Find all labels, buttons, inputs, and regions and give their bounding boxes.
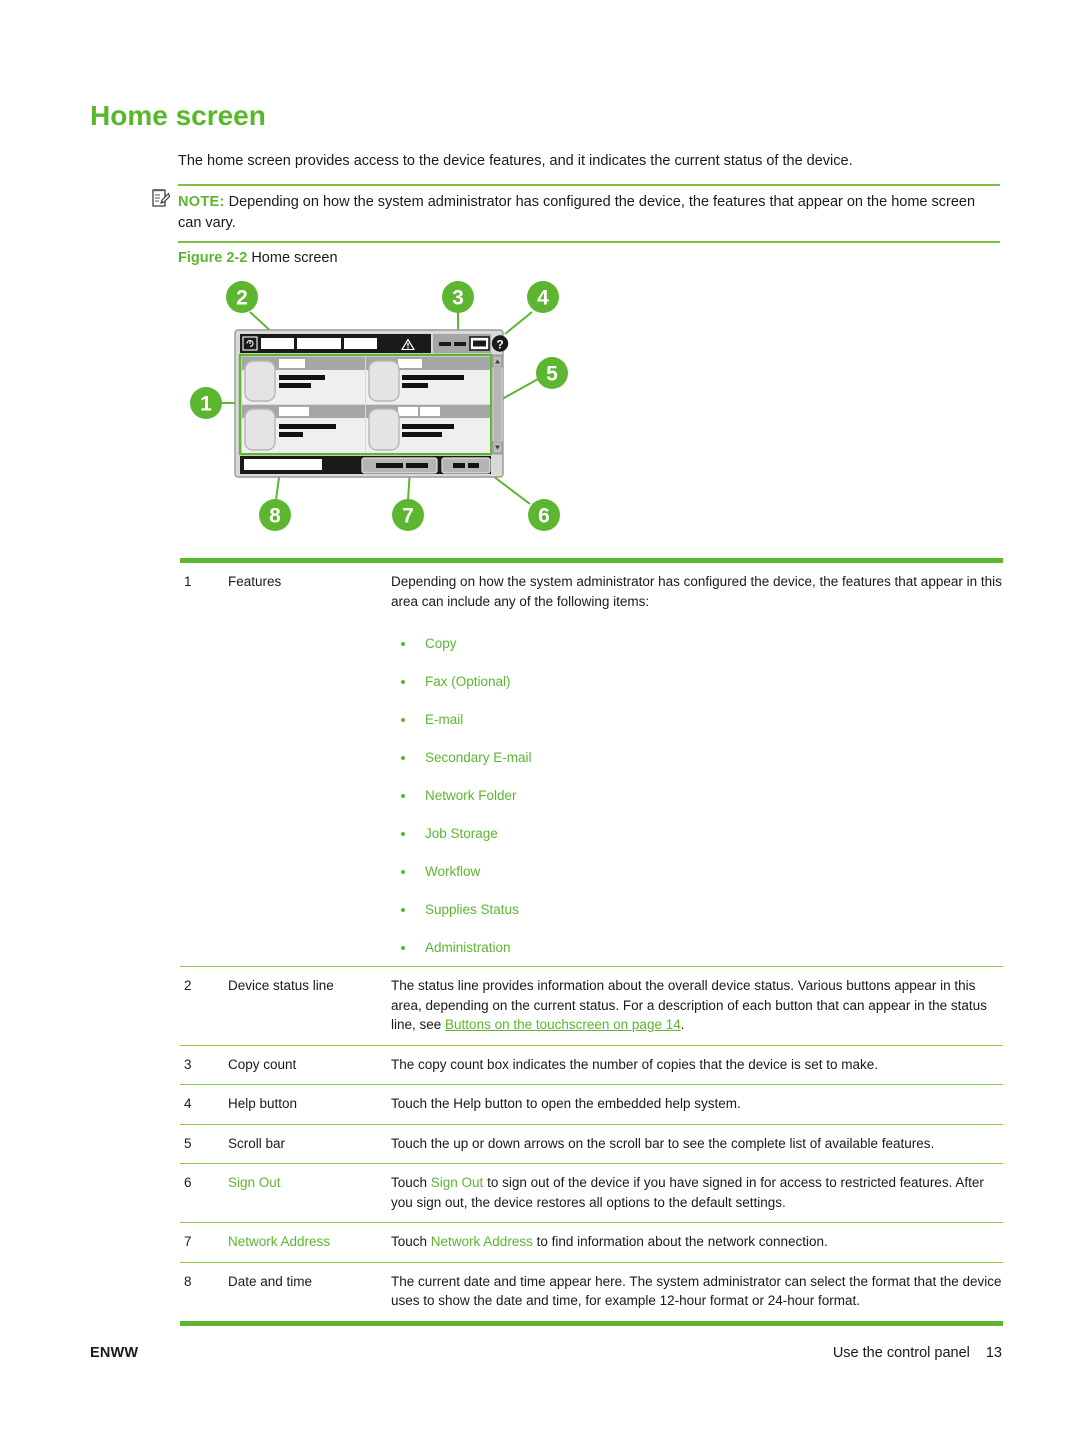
- row-name: Scroll bar: [228, 1135, 286, 1151]
- page-number: 13: [985, 1345, 1002, 1361]
- row-number: 3: [184, 1056, 192, 1072]
- callout-3: 3: [442, 281, 474, 313]
- row-name: Device status line: [228, 978, 334, 993]
- row-description: Touch the up or down arrows on the scrol…: [391, 1135, 935, 1151]
- table-row: 4 Help button Touch the Help button to o…: [180, 1085, 1003, 1125]
- row-description-text: Depending on how the system administrato…: [391, 574, 1002, 609]
- callout-7: 7: [392, 499, 424, 531]
- row-description-suffix: .: [680, 1017, 685, 1032]
- callout-8: 8: [259, 499, 291, 531]
- callout-legend-table: 1 Features Depending on how the system a…: [180, 558, 1003, 1326]
- document-page: Home screen The home screen provides acc…: [0, 0, 1080, 1437]
- figure-label: Figure 2-2: [178, 250, 248, 266]
- callout-6: 6: [528, 499, 560, 531]
- row-description: Touch Network Address to find informatio…: [391, 1232, 1003, 1252]
- row-number: 2: [184, 978, 192, 993]
- table-row: 2 Device status line The status line pro…: [180, 967, 1003, 1046]
- svg-text:5: 5: [546, 363, 558, 386]
- list-item: E-mail: [391, 712, 1003, 728]
- row-name: Copy count: [228, 1056, 297, 1072]
- table-row: 6 Sign Out Touch Sign Out to sign out of…: [180, 1164, 1003, 1223]
- row-name: Sign Out: [228, 1175, 281, 1190]
- svg-text:3: 3: [452, 287, 464, 310]
- list-item: Copy: [391, 636, 1003, 652]
- list-item: Workflow: [391, 864, 1003, 880]
- row-number: 5: [184, 1135, 192, 1151]
- list-item: Secondary E-mail: [391, 750, 1003, 766]
- row-number: 4: [184, 1096, 192, 1111]
- feature-list: Copy Fax (Optional) E-mail Secondary E-m…: [391, 636, 1003, 956]
- footer-section-label: Use the control panel: [832, 1345, 970, 1361]
- row-description: Touch the Help button to open the embedd…: [391, 1096, 741, 1111]
- row-name: Help button: [228, 1096, 298, 1111]
- list-item: Job Storage: [391, 826, 1003, 842]
- svg-text:4: 4: [537, 287, 549, 310]
- table-row: 5 Scroll bar Touch the up or down arrows…: [180, 1125, 1003, 1164]
- row-number: 7: [184, 1234, 192, 1249]
- table-row: 8 Date and time The current date and tim…: [180, 1263, 1003, 1321]
- figure-caption: Figure 2-2 Home screen: [178, 250, 338, 266]
- table-row: 7 Network Address Touch Network Address …: [180, 1223, 1003, 1263]
- callout-2: 2: [226, 281, 258, 313]
- row-number: 6: [184, 1175, 192, 1190]
- row-name: Network Address: [228, 1234, 331, 1249]
- svg-text:1: 1: [200, 393, 212, 416]
- row-name: Date and time: [228, 1273, 313, 1289]
- row-description-text: Touch: [391, 1234, 431, 1249]
- list-item: Supplies Status: [391, 902, 1003, 918]
- row-description-text: Touch: [391, 1175, 431, 1190]
- callout-5: 5: [536, 357, 568, 389]
- intro-paragraph: The home screen provides access to the d…: [178, 153, 853, 169]
- cross-reference-link[interactable]: Buttons on the touchscreen on page 14: [445, 1017, 681, 1032]
- svg-text:?: ?: [496, 337, 503, 351]
- row-description: The status line provides information abo…: [391, 976, 1003, 1035]
- row-description: Touch Sign Out to sign out of the device…: [391, 1173, 1003, 1212]
- svg-text:6: 6: [538, 505, 550, 528]
- table-row: 3 Copy count The copy count box indicate…: [180, 1046, 1003, 1085]
- row-name: Features: [228, 574, 282, 589]
- note-text: NOTE: Depending on how the system admini…: [178, 192, 1000, 234]
- row-description-suffix: to find information about the network co…: [532, 1234, 828, 1249]
- svg-text:8: 8: [269, 505, 281, 528]
- ui-term: Network Address: [430, 1234, 533, 1249]
- row-number: 8: [184, 1273, 192, 1289]
- row-number: 1: [184, 574, 192, 589]
- callout-1: 1: [190, 387, 222, 419]
- footer-section: Use the control panel 13: [833, 1345, 1002, 1361]
- row-description: The current date and time appear here. T…: [391, 1273, 1002, 1309]
- note-callout: NOTE: Depending on how the system admini…: [178, 184, 1000, 243]
- callout-4: 4: [527, 281, 559, 313]
- table-row: 1 Features Depending on how the system a…: [180, 563, 1003, 967]
- row-description: The copy count box indicates the number …: [391, 1056, 879, 1072]
- page-title: Home screen: [90, 100, 266, 131]
- figure-title: Home screen: [251, 250, 338, 266]
- svg-text:7: 7: [402, 505, 414, 528]
- note-label: NOTE:: [178, 194, 225, 210]
- ui-term: Sign Out: [430, 1175, 484, 1190]
- svg-text:2: 2: [236, 287, 248, 310]
- figure-home-screen-diagram: ? 1 2 3 4 5 6 7 8: [180, 272, 600, 544]
- footer-locale: ENWW: [90, 1345, 139, 1361]
- table-bottom-rule: [180, 1320, 1003, 1326]
- list-item: Administration: [391, 940, 1003, 956]
- row-description: Depending on how the system administrato…: [391, 572, 1003, 956]
- list-item: Network Folder: [391, 788, 1003, 804]
- list-item: Fax (Optional): [391, 674, 1003, 690]
- note-clipboard-icon: [152, 188, 171, 208]
- note-body: Depending on how the system administrato…: [178, 194, 976, 231]
